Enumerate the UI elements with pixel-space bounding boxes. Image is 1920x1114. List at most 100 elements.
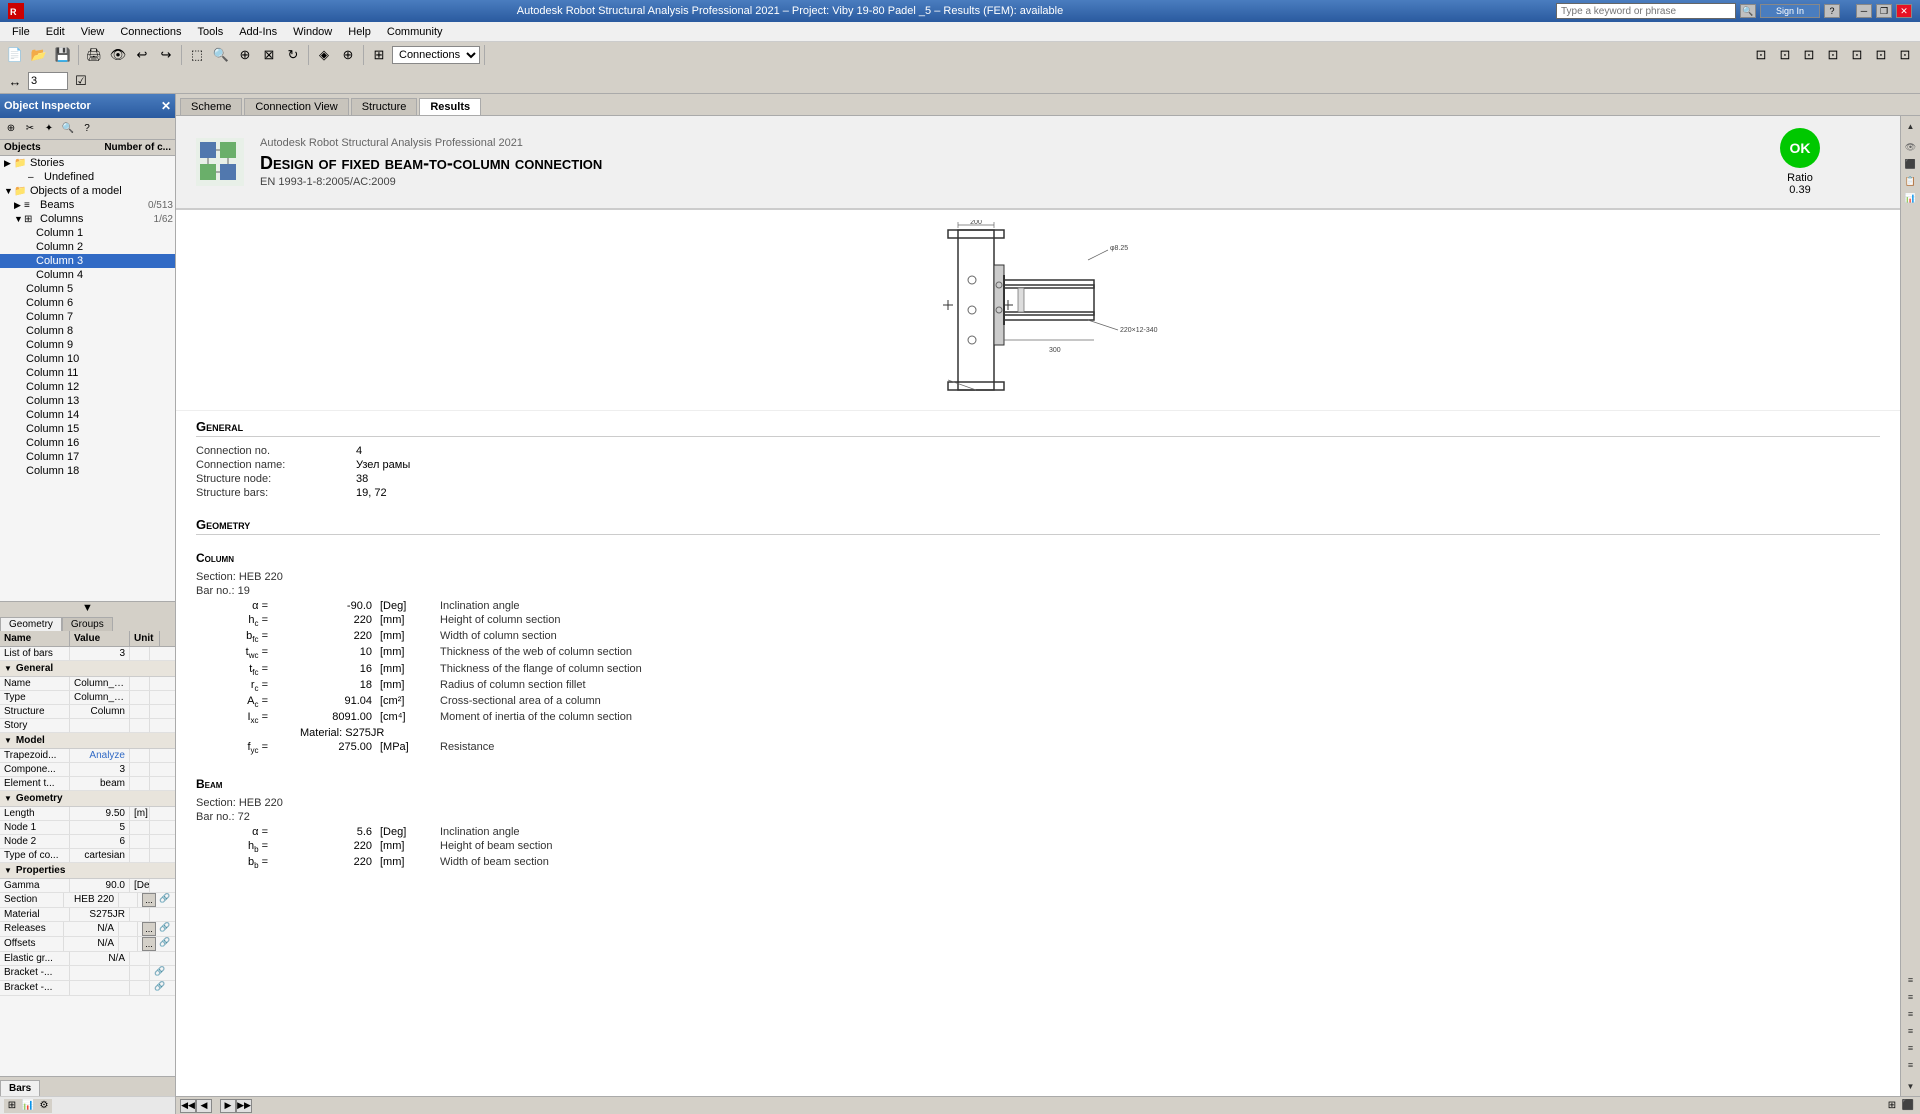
tree-item-stories[interactable]: ▶ 📁 Stories	[0, 156, 175, 170]
search-input[interactable]	[1556, 3, 1736, 19]
caption-icon-3[interactable]: ⚙	[36, 1099, 52, 1113]
sign-in-btn[interactable]: Sign In	[1760, 4, 1820, 18]
oi-btn-3[interactable]: ✦	[40, 120, 58, 138]
rt-scroll-down[interactable]: ▼	[1903, 1078, 1919, 1094]
tree-col-7[interactable]: Column 7	[0, 310, 175, 324]
tree-item-columns[interactable]: ▼ ⊞ Columns 1/62	[0, 212, 175, 226]
search-btn[interactable]: 🔍	[1740, 4, 1756, 18]
display-btn[interactable]: ◈	[313, 44, 335, 66]
tree-col-12[interactable]: Column 12	[0, 380, 175, 394]
tree-col-2[interactable]: Column 2	[0, 240, 175, 254]
rt-btn-9[interactable]: ≡	[1903, 1040, 1919, 1056]
menu-tools[interactable]: Tools	[190, 24, 232, 40]
right-btn-4[interactable]: ⊡	[1822, 44, 1844, 66]
nav-icon-1[interactable]: ⊞	[1884, 1099, 1900, 1113]
offsets-link[interactable]: 🔗	[159, 937, 173, 951]
nav-next-btn[interactable]: ▶	[220, 1099, 236, 1113]
print-btn[interactable]: 🖨	[83, 44, 105, 66]
menu-community[interactable]: Community	[379, 24, 451, 40]
nav-icon-2[interactable]: ⬛	[1900, 1099, 1916, 1113]
menu-help[interactable]: Help	[340, 24, 379, 40]
tab-results[interactable]: Results	[419, 98, 481, 115]
rt-btn-1[interactable]: 👁	[1903, 139, 1919, 155]
expand-beams[interactable]: ▶	[14, 200, 24, 211]
tab-structure[interactable]: Structure	[351, 98, 418, 115]
right-btn-2[interactable]: ⊡	[1774, 44, 1796, 66]
scroll-down-arrow[interactable]: ▼	[0, 601, 175, 613]
number-input[interactable]	[28, 72, 68, 90]
menu-edit[interactable]: Edit	[38, 24, 73, 40]
tree-col-1[interactable]: Column 1	[0, 226, 175, 240]
caption-icon-2[interactable]: 📊	[20, 1099, 36, 1113]
bracket2-link[interactable]: 🔗	[154, 981, 168, 995]
redo-btn[interactable]: ↪	[155, 44, 177, 66]
caption-icon-1[interactable]: ⊞	[4, 1099, 20, 1113]
tree-col-8[interactable]: Column 8	[0, 324, 175, 338]
help-btn[interactable]: ?	[1824, 4, 1840, 18]
nav-prev-btn[interactable]: ◀	[196, 1099, 212, 1113]
tree-item-beams[interactable]: ▶ ≡ Beams 0/513	[0, 198, 175, 212]
bracket1-link[interactable]: 🔗	[154, 966, 168, 980]
zoom-win[interactable]: ⊕	[234, 44, 256, 66]
tree-col-16[interactable]: Column 16	[0, 436, 175, 450]
tree-item-undefined[interactable]: – Undefined	[0, 170, 175, 184]
rt-btn-6[interactable]: ≡	[1903, 989, 1919, 1005]
nav-last-btn[interactable]: ▶▶	[236, 1099, 252, 1113]
tree-col-14[interactable]: Column 14	[0, 408, 175, 422]
rt-btn-2[interactable]: ⬛	[1903, 156, 1919, 172]
oi-btn-2[interactable]: ✂	[21, 120, 39, 138]
tree-col-3[interactable]: Column 3	[0, 254, 175, 268]
expand-columns[interactable]: ▼	[14, 214, 24, 224]
menu-file[interactable]: File	[4, 24, 38, 40]
tree-col-17[interactable]: Column 17	[0, 450, 175, 464]
check-btn[interactable]: ☑	[70, 70, 92, 92]
tree-col-13[interactable]: Column 13	[0, 394, 175, 408]
zoom-all[interactable]: ⊠	[258, 44, 280, 66]
connections-dropdown[interactable]: Connections	[392, 46, 480, 64]
right-btn-1[interactable]: ⊡	[1750, 44, 1772, 66]
offsets-edit-btn[interactable]: ...	[142, 937, 156, 951]
select-btn[interactable]: ⬚	[186, 44, 208, 66]
tree-item-model[interactable]: ▼ 📁 Objects of a model	[0, 184, 175, 198]
rt-scroll-up[interactable]: ▲	[1903, 118, 1919, 134]
tree-col-4[interactable]: Column 4	[0, 268, 175, 282]
rt-btn-8[interactable]: ≡	[1903, 1023, 1919, 1039]
tab-connection-view[interactable]: Connection View	[244, 98, 348, 115]
right-btn-5[interactable]: ⊡	[1846, 44, 1868, 66]
menu-window[interactable]: Window	[285, 24, 340, 40]
tree-area[interactable]: ▶ 📁 Stories – Undefined ▼ 📁 Objects of a…	[0, 156, 175, 601]
right-btn-7[interactable]: ⊡	[1894, 44, 1916, 66]
tree-col-9[interactable]: Column 9	[0, 338, 175, 352]
minimize-btn[interactable]: ─	[1856, 4, 1872, 18]
releases-link[interactable]: 🔗	[159, 922, 173, 936]
tree-col-10[interactable]: Column 10	[0, 352, 175, 366]
tab-geometry[interactable]: Geometry	[0, 617, 62, 631]
rt-btn-5[interactable]: ≡	[1903, 972, 1919, 988]
tree-col-18[interactable]: Column 18	[0, 464, 175, 478]
mode-btn[interactable]: ↔	[4, 70, 26, 92]
undo-btn[interactable]: ↩	[131, 44, 153, 66]
rotate-btn[interactable]: ↻	[282, 44, 304, 66]
oi-btn-5[interactable]: ?	[78, 120, 96, 138]
panel-close-btn[interactable]: ✕	[161, 99, 171, 113]
tree-col-6[interactable]: Column 6	[0, 296, 175, 310]
save-btn[interactable]: 💾	[52, 44, 74, 66]
tree-col-5[interactable]: Column 5	[0, 282, 175, 296]
rt-btn-7[interactable]: ≡	[1903, 1006, 1919, 1022]
new-btn[interactable]: 📄	[4, 44, 26, 66]
expand-stories[interactable]: ▶	[4, 158, 14, 169]
restore-btn[interactable]: ❐	[1876, 4, 1892, 18]
rt-btn-4[interactable]: 📊	[1903, 190, 1919, 206]
zoom-btn[interactable]: 🔍	[210, 44, 232, 66]
print-prev[interactable]: 👁	[107, 44, 129, 66]
expand-model[interactable]: ▼	[4, 186, 14, 196]
connections-icon[interactable]: ⊞	[368, 44, 390, 66]
tree-col-11[interactable]: Column 11	[0, 366, 175, 380]
tab-scheme[interactable]: Scheme	[180, 98, 242, 115]
open-btn[interactable]: 📂	[28, 44, 50, 66]
tab-groups[interactable]: Groups	[62, 617, 113, 631]
nav-first-btn[interactable]: ◀◀	[180, 1099, 196, 1113]
menu-view[interactable]: View	[73, 24, 113, 40]
tree-col-15[interactable]: Column 15	[0, 422, 175, 436]
section-edit-btn[interactable]: ...	[142, 893, 156, 907]
